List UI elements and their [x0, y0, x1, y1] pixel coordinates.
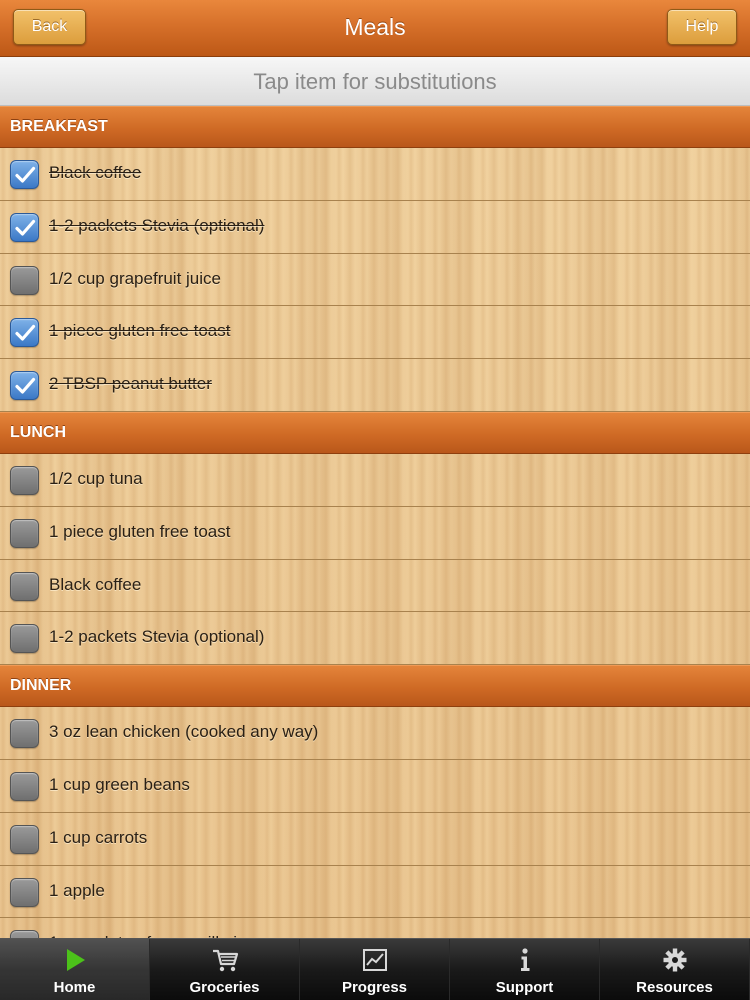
meal-item[interactable]: 1 cup green beans	[0, 760, 750, 813]
section-header-lunch: LUNCH	[0, 411, 750, 454]
meal-item-label: 1 cup carrots	[49, 827, 148, 847]
tab-label: Support	[495, 979, 554, 996]
tab-groceries[interactable]: Groceries	[150, 939, 300, 1000]
tab-label: Progress	[341, 979, 408, 996]
tab-resources[interactable]: Resources	[600, 939, 750, 1000]
meal-item-label: 1 piece gluten free toast	[49, 521, 231, 541]
meal-item[interactable]: Black coffee	[0, 148, 750, 201]
chart-icon	[361, 947, 389, 973]
meal-item-label: 1/2 cup tuna	[49, 468, 143, 488]
unchecked-checkbox[interactable]	[10, 624, 39, 654]
meal-item[interactable]: 1 apple	[0, 866, 750, 919]
checkmark-icon	[15, 219, 36, 236]
unchecked-checkbox[interactable]	[10, 771, 39, 801]
unchecked-checkbox[interactable]	[10, 930, 39, 938]
gear-icon	[661, 947, 689, 973]
meal-item[interactable]: Black coffee	[0, 560, 750, 613]
checkmark-icon	[15, 325, 36, 341]
meal-item[interactable]: 1 piece gluten free toast	[0, 306, 750, 360]
meal-item-label: 3 oz lean chicken (cooked any way)	[49, 722, 319, 742]
tab-bar: Home Groceries Progress Support Resources	[0, 938, 750, 1000]
back-button[interactable]: Back	[13, 9, 86, 45]
tab-home[interactable]: Home	[0, 939, 150, 1000]
meal-item-label: 1 piece gluten free toast	[49, 321, 231, 341]
tab-support[interactable]: Support	[450, 939, 600, 1000]
checked-checkbox[interactable]	[10, 160, 39, 189]
meal-list[interactable]: BREAKFAST Black coffee 1-2 packets Stevia …	[0, 106, 750, 938]
meal-item[interactable]: 2 TBSP peanut butter	[0, 359, 750, 412]
meal-item[interactable]: 1 cup gluten free vanilla ice cream	[0, 918, 750, 938]
help-button[interactable]: Help	[667, 9, 737, 45]
meal-item-label: 1/2 cup grapefruit juice	[49, 268, 221, 288]
tab-progress[interactable]: Progress	[300, 939, 450, 1000]
info-icon	[511, 947, 539, 973]
checked-checkbox[interactable]	[10, 371, 39, 401]
meal-item-label: 1 apple	[49, 880, 105, 900]
unchecked-checkbox[interactable]	[10, 719, 39, 749]
section-header-dinner: DINNER	[0, 665, 750, 708]
meal-item[interactable]: 1-2 packets Stevia (optional)	[0, 612, 750, 666]
unchecked-checkbox[interactable]	[10, 465, 39, 495]
tab-label: Resources	[636, 979, 713, 996]
substitutions-hint: Tap item for substitutions	[0, 57, 750, 106]
meal-item-label: 1-2 packets Stevia (optional)	[49, 627, 265, 647]
unchecked-checkbox[interactable]	[10, 571, 39, 601]
meal-item[interactable]: 1/2 cup grapefruit juice	[0, 254, 750, 307]
meal-item[interactable]: 1 cup carrots	[0, 813, 750, 866]
meal-item[interactable]: 1 piece gluten free toast	[0, 507, 750, 560]
meal-item[interactable]: 3 oz lean chicken (cooked any way)	[0, 707, 750, 760]
tab-label: Home	[53, 979, 96, 996]
section-header-breakfast: BREAKFAST	[0, 106, 750, 148]
meal-item-label: 1 cup gluten free vanilla ice cream	[49, 918, 307, 938]
unchecked-checkbox[interactable]	[10, 518, 39, 548]
play-icon	[61, 947, 89, 973]
meal-item[interactable]: 1/2 cup tuna	[0, 454, 750, 507]
checked-checkbox[interactable]	[10, 318, 39, 348]
meal-item-label: Black coffee	[49, 574, 142, 594]
checked-checkbox[interactable]	[10, 212, 39, 242]
unchecked-checkbox[interactable]	[10, 265, 39, 295]
tab-label: Groceries	[189, 979, 260, 996]
checkmark-icon	[15, 378, 36, 394]
meal-item-label: Black coffee	[49, 163, 142, 182]
checkmark-icon	[15, 166, 36, 183]
meal-item-label: 2 TBSP peanut butter	[49, 374, 212, 394]
cart-icon	[211, 947, 239, 973]
meal-item-label: 1-2 packets Stevia (optional)	[49, 215, 265, 235]
unchecked-checkbox[interactable]	[10, 824, 39, 854]
navigation-bar: Back Meals Help	[0, 0, 750, 57]
unchecked-checkbox[interactable]	[10, 877, 39, 907]
page-title: Meals	[344, 14, 406, 40]
meal-item-label: 1 cup green beans	[49, 774, 190, 794]
meal-item[interactable]: 1-2 packets Stevia (optional)	[0, 201, 750, 254]
